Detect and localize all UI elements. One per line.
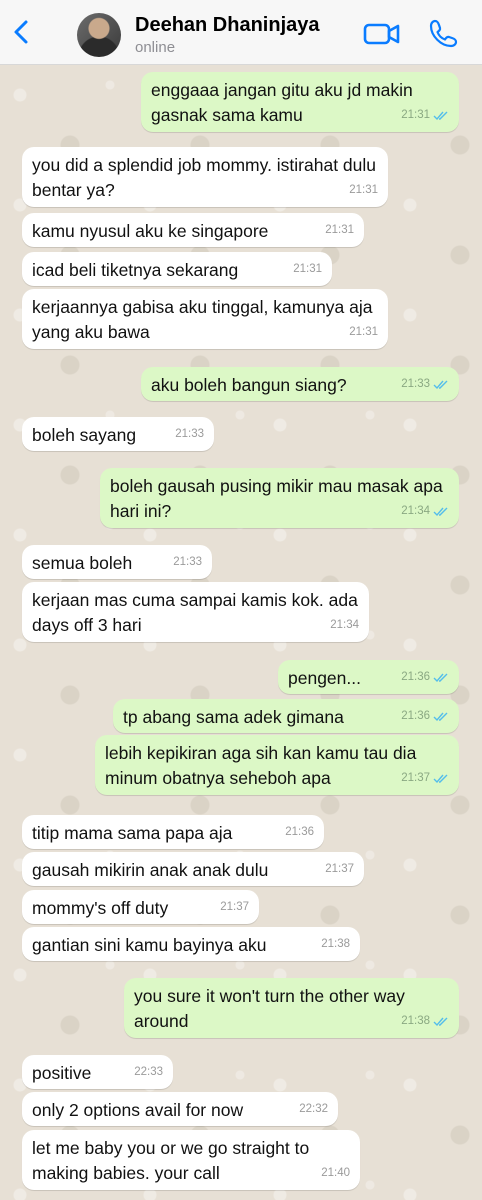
message-bubble[interactable]: positive 22:33	[22, 1055, 173, 1089]
message-text: kamu nyusul aku ke singapore	[32, 221, 269, 241]
avatar[interactable]	[77, 13, 121, 57]
message-text: kerjaan mas cuma sampai kamis kok. ada d…	[32, 590, 358, 635]
message-meta: 21:37	[220, 895, 249, 920]
message-bubble[interactable]: mommy's off duty 21:37	[22, 890, 259, 924]
message-bubble[interactable]: you did a splendid job mommy. istirahat …	[22, 147, 388, 207]
message-bubble[interactable]: you sure it won't turn the other way aro…	[124, 978, 459, 1038]
message-text: lebih kepikiran aga sih kan kamu tau dia…	[105, 743, 417, 788]
message-time: 21:31	[349, 326, 378, 338]
chat-area[interactable]: enggaaa jangan gitu aku jd makin gasnak …	[0, 65, 482, 1200]
message-bubble[interactable]: enggaaa jangan gitu aku jd makin gasnak …	[141, 72, 459, 132]
message-text: gausah mikirin anak anak dulu	[32, 860, 269, 880]
message-text: tp abang sama adek gimana	[123, 707, 344, 727]
message-meta: 21:36	[285, 820, 314, 845]
message-bubble[interactable]: semua boleh 21:33	[22, 545, 212, 579]
message-meta: 21:38	[321, 932, 350, 957]
message-time: 21:36	[401, 671, 430, 683]
message-meta: 21:33	[175, 422, 204, 447]
message-time: 21:33	[175, 428, 204, 440]
message-bubble[interactable]: let me baby you or we go straight to mak…	[22, 1130, 360, 1190]
read-receipt-icon	[433, 774, 448, 783]
message-time: 21:34	[330, 619, 359, 631]
message-meta: 21:31	[349, 178, 378, 203]
message-time: 21:38	[321, 938, 350, 950]
message-text: kerjaannya gabisa aku tinggal, kamunya a…	[32, 297, 373, 342]
message-meta: 21:37	[401, 766, 449, 791]
message-meta: 21:31	[293, 257, 322, 282]
message-bubble[interactable]: tp abang sama adek gimana 21:36	[113, 699, 459, 733]
message-time: 21:33	[173, 556, 202, 568]
message-time: 21:37	[401, 772, 430, 784]
message-time: 21:36	[285, 826, 314, 838]
message-time: 21:31	[401, 109, 430, 121]
message-text: boleh gausah pusing mikir mau masak apa …	[110, 476, 443, 521]
read-receipt-icon	[433, 111, 448, 120]
message-bubble[interactable]: lebih kepikiran aga sih kan kamu tau dia…	[95, 735, 459, 795]
message-text: icad beli tiketnya sekarang	[32, 260, 239, 280]
message-bubble[interactable]: gantian sini kamu bayinya aku 21:38	[22, 927, 360, 961]
message-meta: 21:40	[321, 1161, 350, 1186]
message-bubble[interactable]: kerjaan mas cuma sampai kamis kok. ada d…	[22, 582, 369, 642]
message-bubble[interactable]: icad beli tiketnya sekarang 21:31	[22, 252, 332, 286]
message-text: titip mama sama papa aja	[32, 823, 233, 843]
message-bubble[interactable]: kamu nyusul aku ke singapore 21:31	[22, 213, 364, 247]
read-receipt-icon	[433, 507, 448, 516]
back-chevron-icon[interactable]	[8, 18, 36, 46]
chat-header: Deehan Dhaninjaya online	[0, 0, 482, 65]
message-time: 21:34	[401, 505, 430, 517]
message-meta: 21:31	[325, 218, 354, 243]
message-bubble[interactable]: pengen... 21:36	[278, 660, 459, 694]
message-time: 21:31	[349, 184, 378, 196]
contact-status: online	[135, 39, 176, 56]
message-time: 21:36	[401, 710, 430, 722]
message-time: 21:38	[401, 1015, 430, 1027]
message-meta: 21:37	[325, 857, 354, 882]
message-meta: 22:33	[134, 1060, 163, 1085]
read-receipt-icon	[433, 380, 448, 389]
message-meta: 22:32	[299, 1097, 328, 1122]
message-bubble[interactable]: aku boleh bangun siang? 21:33	[141, 367, 459, 401]
message-time: 21:33	[401, 378, 430, 390]
message-meta: 21:36	[401, 665, 449, 690]
phone-call-icon[interactable]	[428, 18, 458, 48]
message-bubble[interactable]: only 2 options avail for now 22:32	[22, 1092, 338, 1126]
read-receipt-icon	[433, 673, 448, 682]
message-time: 22:33	[134, 1066, 163, 1078]
message-meta: 21:33	[401, 372, 449, 397]
message-text: you did a splendid job mommy. istirahat …	[32, 155, 377, 200]
message-bubble[interactable]: boleh gausah pusing mikir mau masak apa …	[100, 468, 459, 528]
read-receipt-icon	[433, 712, 448, 721]
message-text: let me baby you or we go straight to mak…	[32, 1138, 310, 1183]
message-time: 21:37	[325, 863, 354, 875]
message-bubble[interactable]: gausah mikirin anak anak dulu 21:37	[22, 852, 364, 886]
message-meta: 21:38	[401, 1009, 449, 1034]
message-meta: 21:36	[401, 704, 449, 729]
message-meta: 21:31	[349, 320, 378, 345]
message-meta: 21:31	[401, 103, 449, 128]
message-time: 21:37	[220, 901, 249, 913]
message-text: mommy's off duty	[32, 898, 169, 918]
message-text: only 2 options avail for now	[32, 1100, 244, 1120]
read-receipt-icon	[433, 1017, 448, 1026]
message-time: 21:31	[293, 263, 322, 275]
message-time: 21:31	[325, 224, 354, 236]
message-bubble[interactable]: boleh sayang 21:33	[22, 417, 214, 451]
message-time: 22:32	[299, 1103, 328, 1115]
message-time: 21:40	[321, 1167, 350, 1179]
contact-name[interactable]: Deehan Dhaninjaya	[135, 14, 320, 37]
message-bubble[interactable]: titip mama sama papa aja 21:36	[22, 815, 324, 849]
message-bubble[interactable]: kerjaannya gabisa aku tinggal, kamunya a…	[22, 289, 388, 349]
message-meta: 21:34	[401, 499, 449, 524]
message-text: gantian sini kamu bayinya aku	[32, 935, 267, 955]
message-meta: 21:33	[173, 550, 202, 575]
video-call-icon[interactable]	[363, 20, 401, 48]
message-meta: 21:34	[330, 613, 359, 638]
